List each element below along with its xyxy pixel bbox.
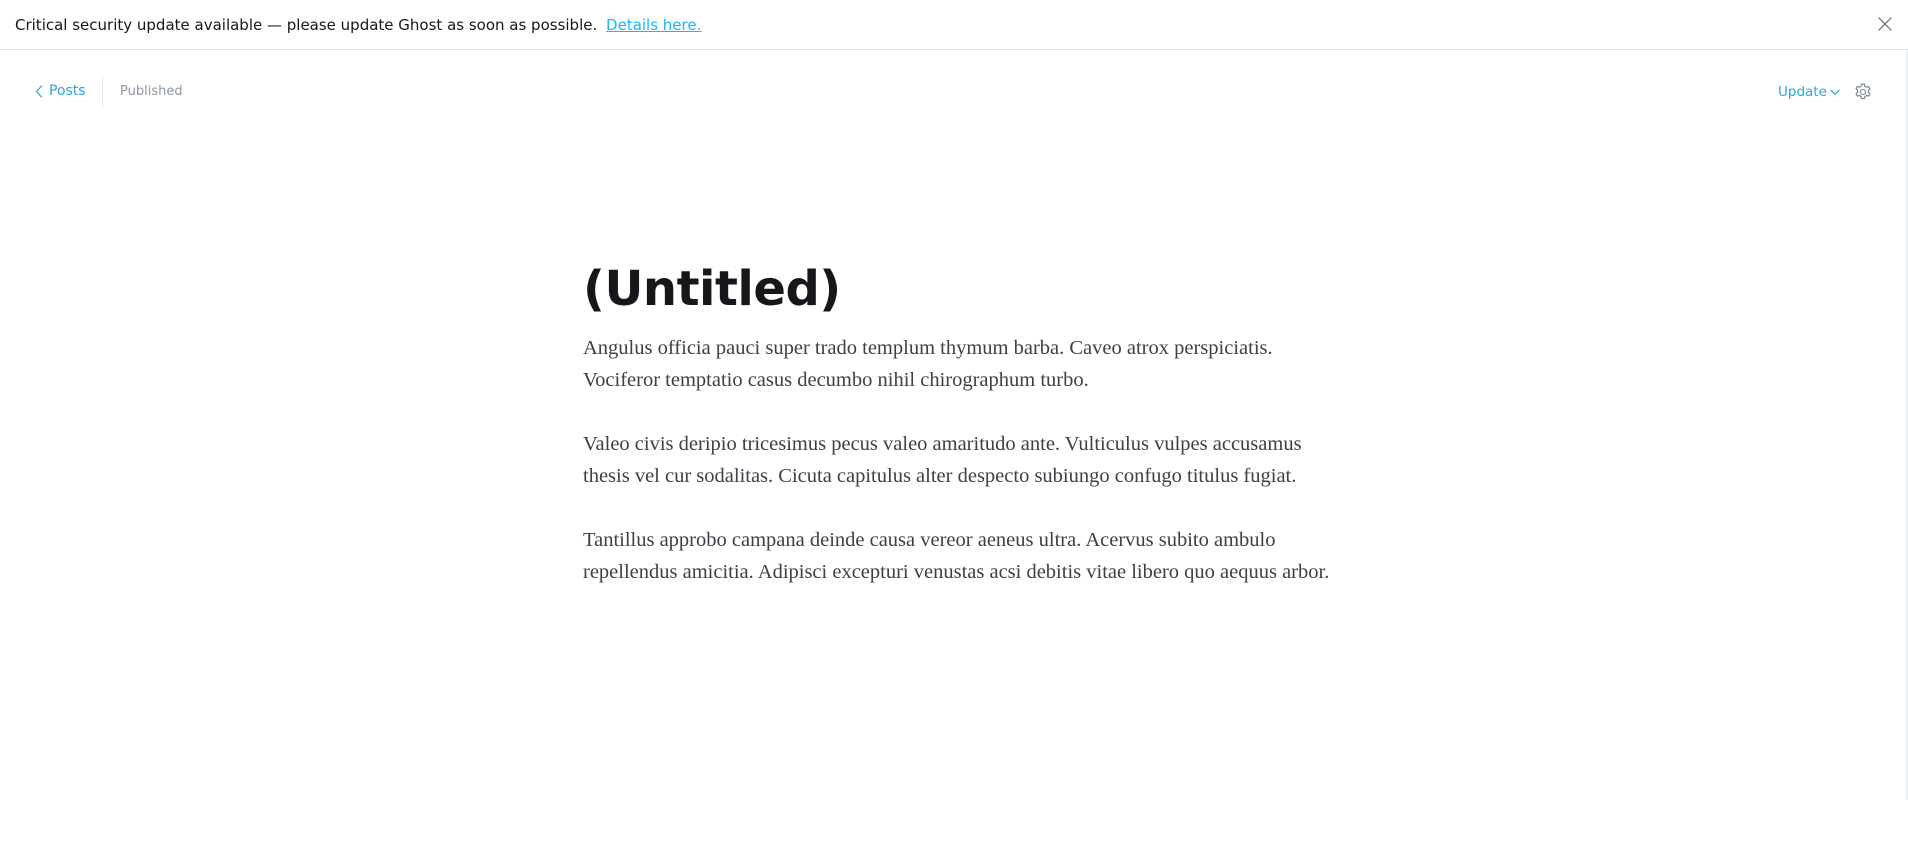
paragraph-line: Vociferor temptatio casus decumbo nihil … — [583, 369, 1089, 391]
post-paragraph[interactable]: Tantillus approbo campana deinde causa v… — [583, 524, 1343, 588]
alert-message: Critical security update available — ple… — [15, 16, 701, 34]
update-button-label: Update — [1778, 84, 1827, 100]
paragraph-line: repellendus amicitia. Adipisci excepturi… — [583, 561, 1330, 583]
update-button[interactable]: Update — [1778, 84, 1840, 100]
security-alert-bar: Critical security update available — ple… — [0, 0, 1908, 50]
back-to-posts-link[interactable]: Posts — [35, 83, 86, 99]
paragraph-line: thesis vel cur sodalitas. Cicuta capitul… — [583, 465, 1297, 487]
post-paragraph[interactable]: Valeo civis deripio tricesimus pecus val… — [583, 428, 1343, 492]
back-link-label: Posts — [49, 83, 86, 99]
chevron-left-icon — [35, 84, 43, 98]
paragraph-line: Tantillus approbo campana deinde causa v… — [583, 529, 1276, 551]
paragraph-line: Angulus officia pauci super trado templu… — [583, 337, 1273, 359]
post-title[interactable]: (Untitled) — [583, 258, 1343, 320]
paragraph-line: Valeo civis deripio tricesimus pecus val… — [583, 433, 1302, 455]
post-paragraph[interactable]: Angulus officia pauci super trado templu… — [583, 332, 1343, 396]
header-divider — [102, 76, 103, 108]
close-icon[interactable] — [1876, 15, 1894, 33]
editor-header: Posts Published Update — [0, 50, 1908, 136]
gear-icon[interactable] — [1853, 82, 1873, 102]
post-editor[interactable]: (Untitled) Angulus officia pauci super t… — [583, 258, 1343, 588]
post-status: Published — [120, 84, 183, 99]
alert-message-text: Critical security update available — ple… — [15, 16, 598, 34]
chevron-down-icon — [1830, 89, 1840, 95]
alert-details-link[interactable]: Details here. — [606, 16, 701, 34]
